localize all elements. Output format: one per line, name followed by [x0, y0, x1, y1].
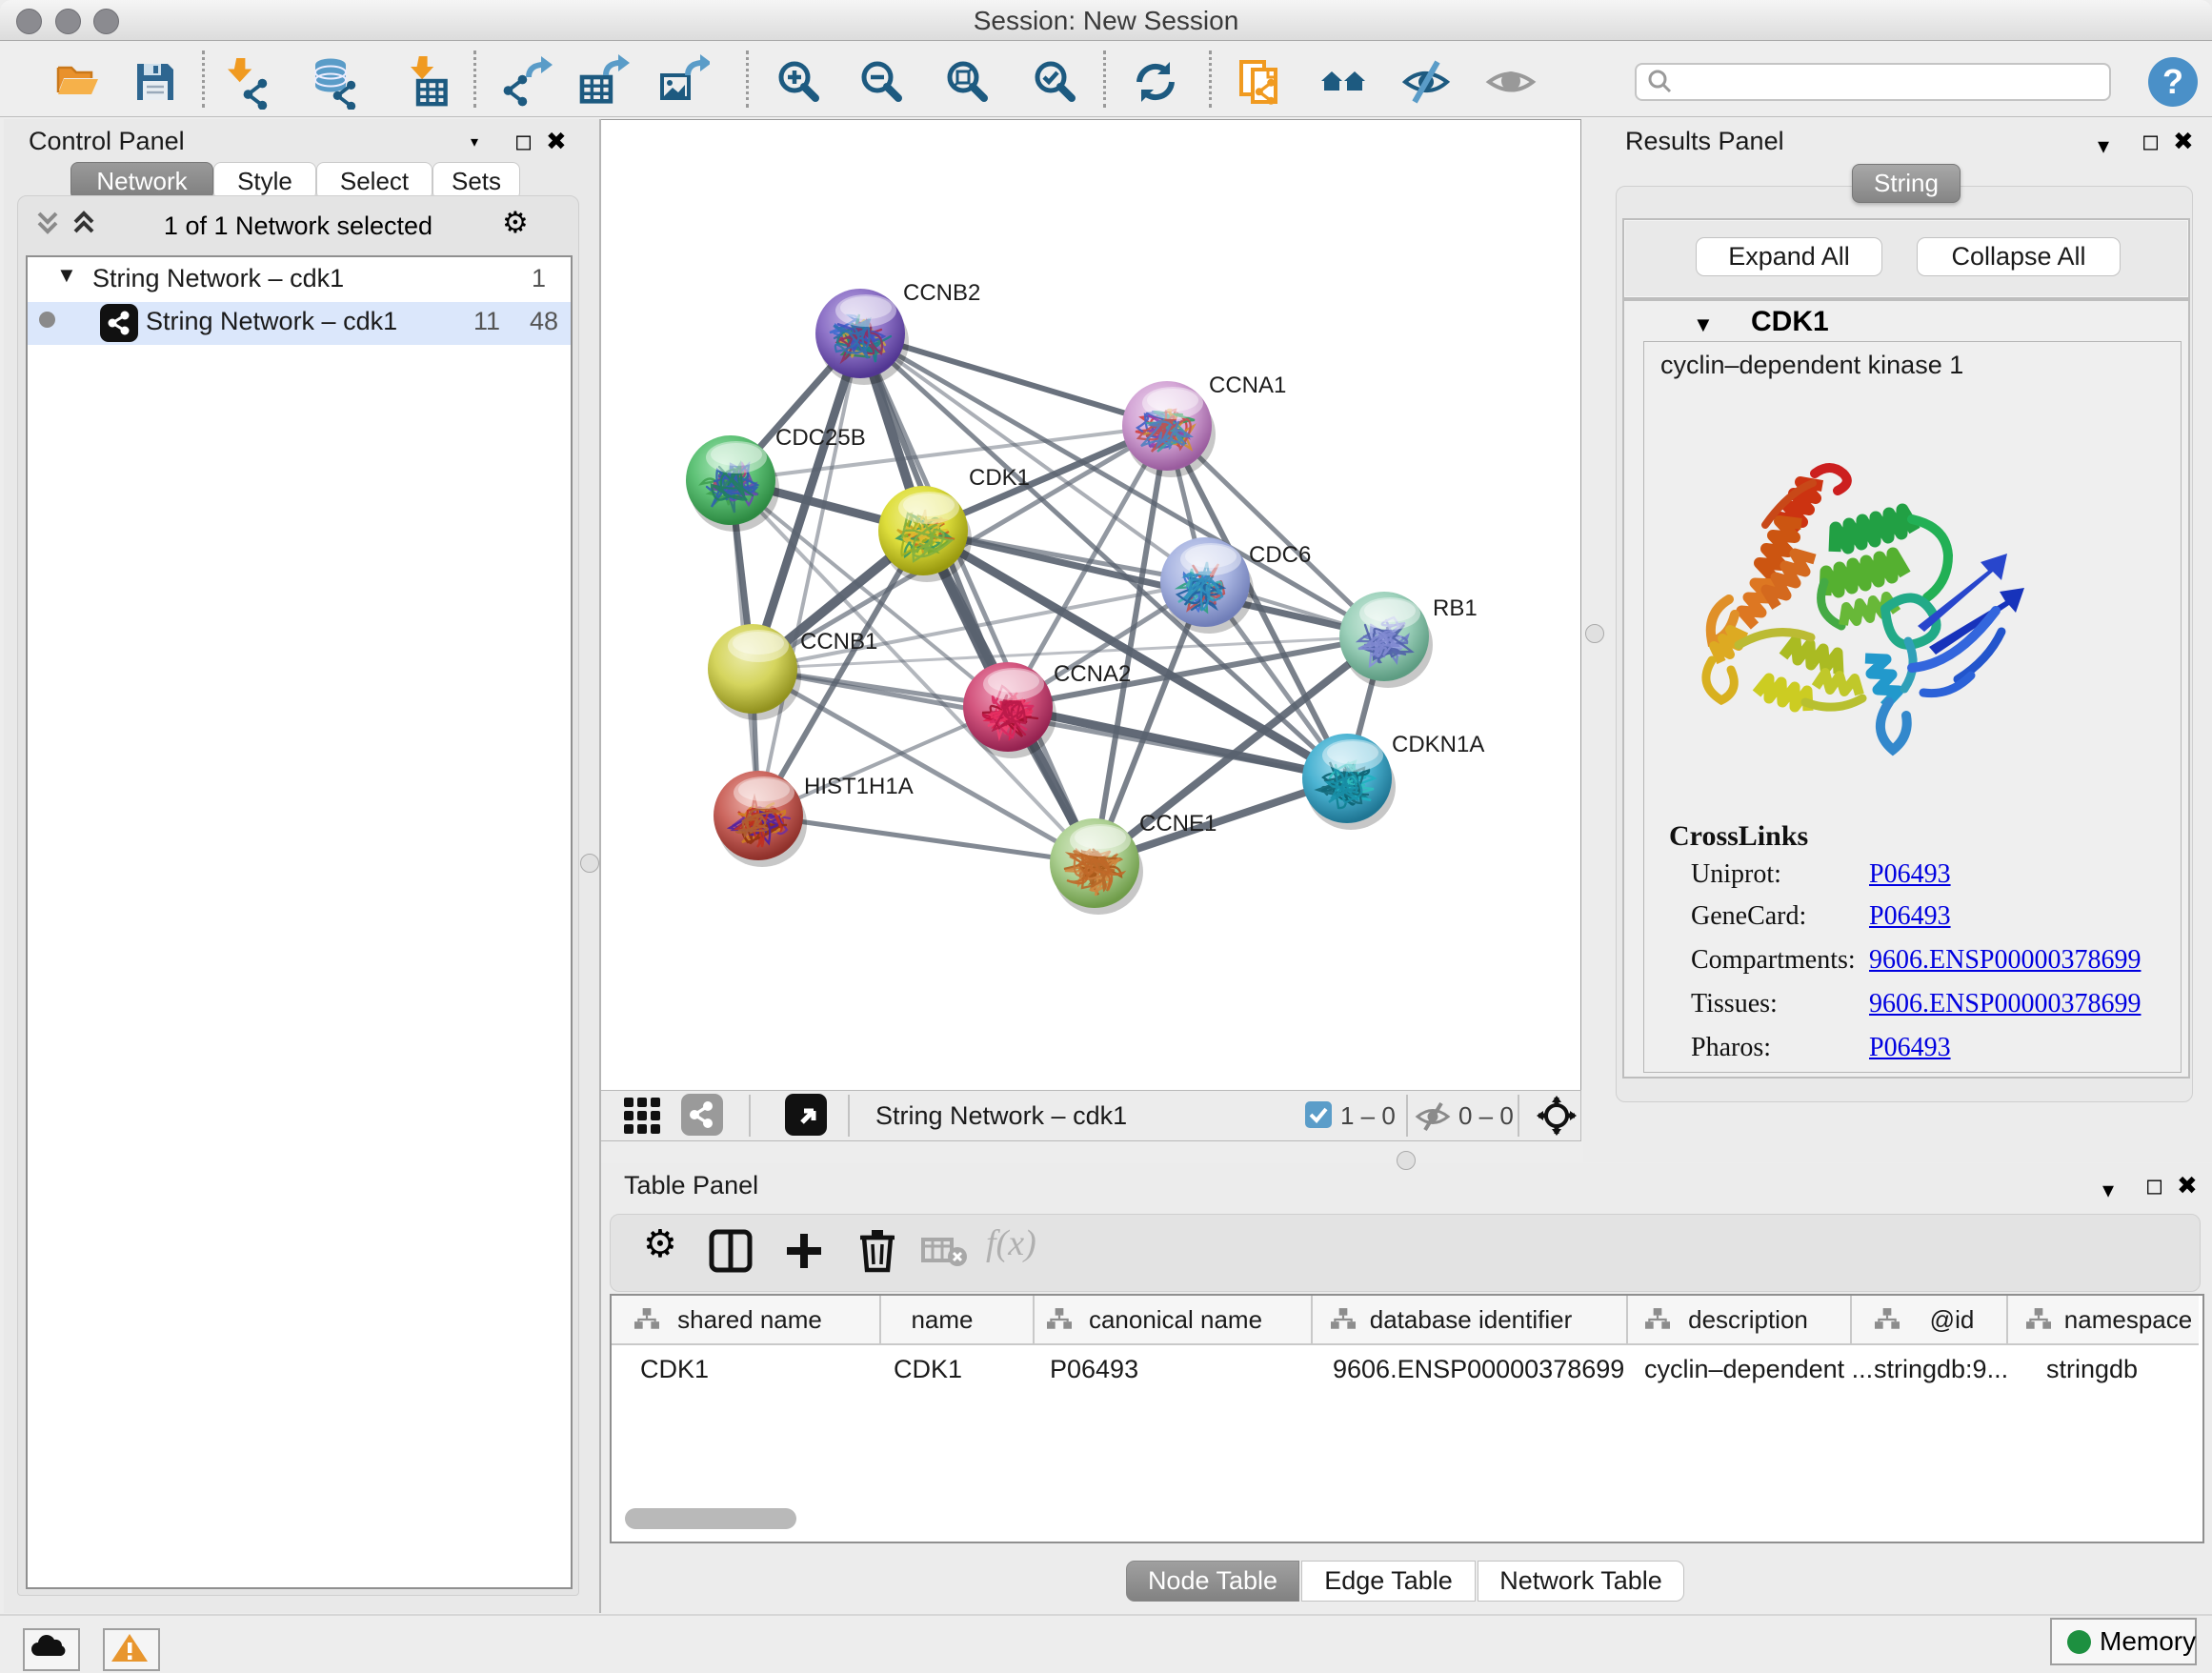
svg-text:CCNB1: CCNB1: [800, 629, 877, 655]
svg-text:?: ?: [2162, 62, 2183, 101]
svg-text:CDK1: CDK1: [969, 465, 1030, 491]
svg-text:CDC25B: CDC25B: [775, 425, 866, 451]
svg-text:CCNA1: CCNA1: [1209, 373, 1286, 398]
svg-text:CDKN1A: CDKN1A: [1392, 732, 1484, 757]
svg-text:CDC6: CDC6: [1249, 542, 1311, 568]
svg-text:CCNE1: CCNE1: [1139, 811, 1217, 836]
svg-text:HIST1H1A: HIST1H1A: [804, 774, 914, 799]
svg-text:CCNA2: CCNA2: [1054, 661, 1131, 687]
svg-text:CCNB2: CCNB2: [903, 280, 980, 306]
svg-text:RB1: RB1: [1433, 595, 1478, 621]
